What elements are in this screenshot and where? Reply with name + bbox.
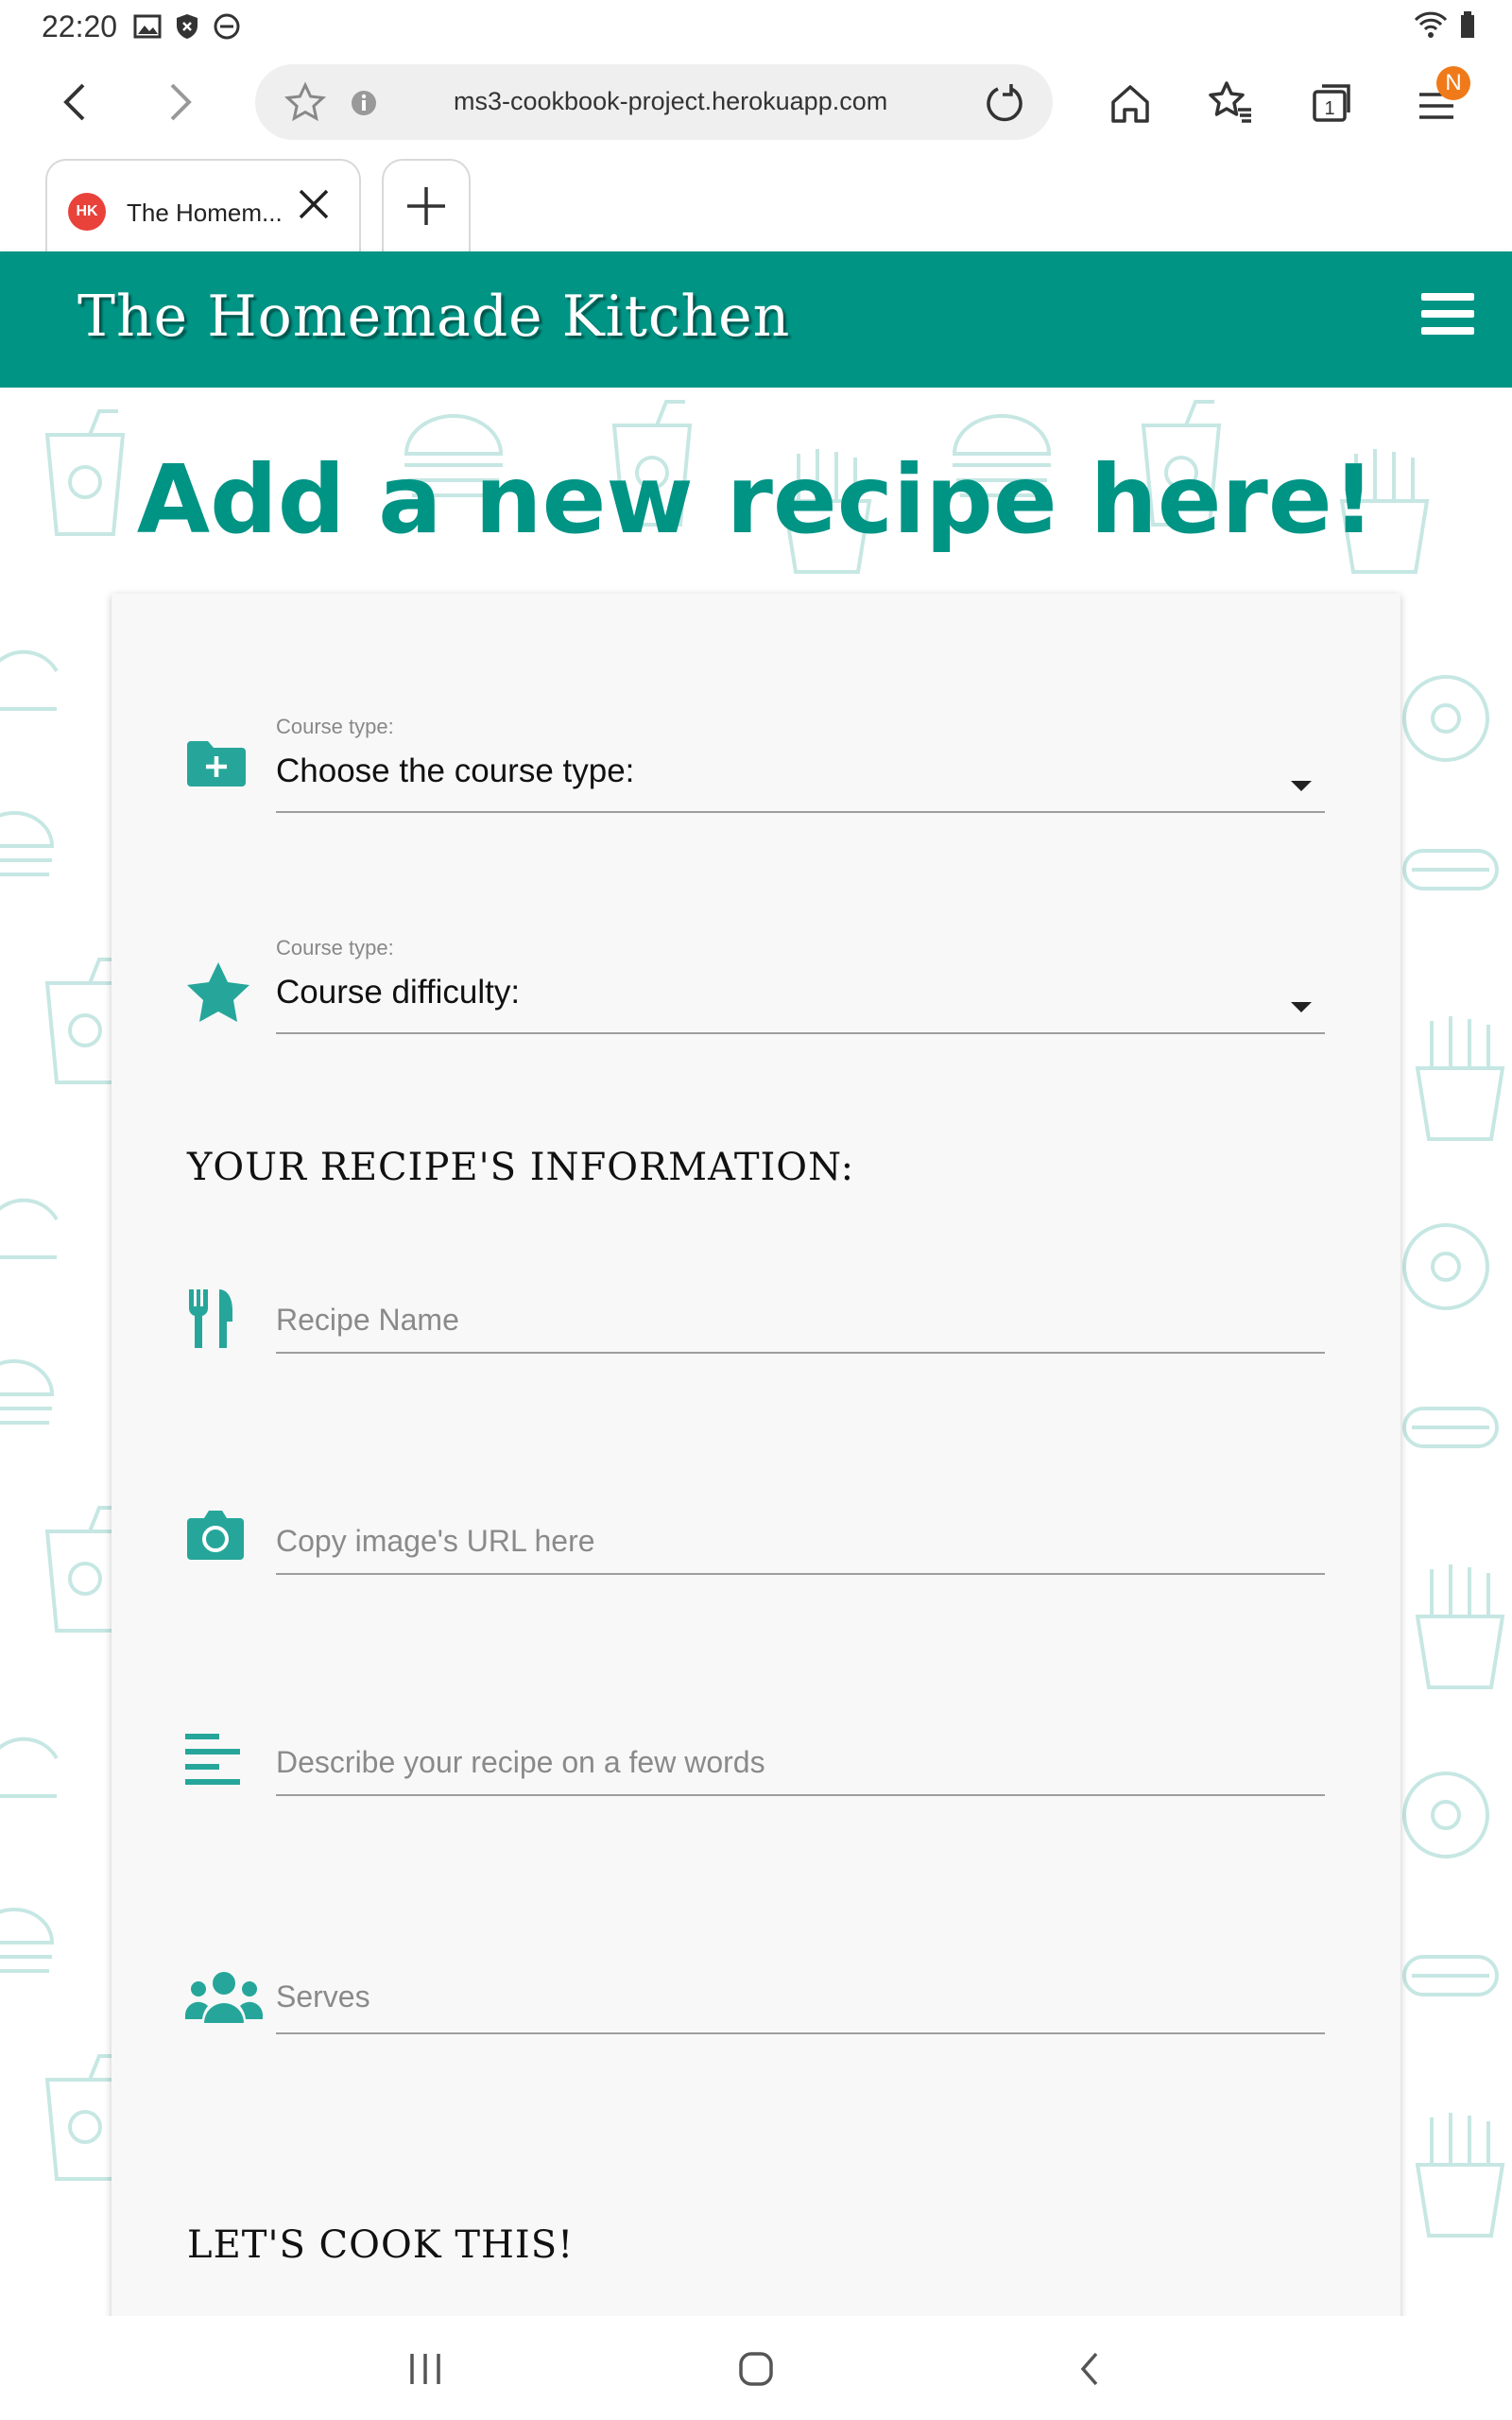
shield-icon	[177, 14, 198, 39]
utensils-icon	[188, 1289, 232, 1348]
plus-icon	[407, 187, 445, 225]
fries-icon	[1415, 1016, 1505, 1141]
taco-icon	[0, 649, 59, 711]
burger-icon	[0, 811, 55, 876]
align-left-icon	[185, 1734, 240, 1785]
bookmark-list-icon	[1209, 81, 1251, 123]
do-not-disturb-icon	[214, 13, 240, 40]
menu-badge: N	[1436, 66, 1470, 100]
serves-underline	[276, 2032, 1325, 2034]
course-difficulty-underline	[276, 1032, 1325, 1034]
section-recipe-info: YOUR RECIPE'S INFORMATION:	[187, 1146, 855, 1189]
section-lets-cook: LET'S COOK THIS!	[187, 2223, 575, 2267]
tab-strip: HK The Homem...	[0, 149, 1512, 251]
browser-tab[interactable]: HK The Homem...	[45, 159, 361, 251]
info-icon[interactable]	[350, 89, 378, 117]
brand-logo[interactable]: The Homemade Kitchen	[77, 284, 790, 350]
dropdown-caret-icon[interactable]	[1291, 781, 1312, 791]
course-difficulty-value[interactable]: Course difficulty:	[276, 974, 1325, 1011]
dropdown-caret-icon[interactable]	[1291, 1002, 1312, 1012]
battery-icon	[1461, 11, 1474, 38]
description-placeholder[interactable]: Describe your recipe on a few words	[276, 1745, 765, 1780]
page-body: Add a new recipe here! Course type: Choo…	[0, 388, 1512, 2316]
burger-icon	[0, 1359, 55, 1425]
course-difficulty-select[interactable]: Course type: Course difficulty:	[276, 936, 1325, 1040]
hotdog-icon	[1402, 1955, 1499, 1996]
taco-icon	[0, 1737, 59, 1798]
course-type-value[interactable]: Choose the course type:	[276, 752, 1325, 790]
description-input[interactable]: Describe your recipe on a few words	[276, 1736, 1325, 1802]
url-text[interactable]: ms3-cookbook-project.herokuapp.com	[454, 87, 887, 116]
site-header: The Homemade Kitchen	[0, 251, 1512, 388]
hotdog-icon	[1402, 849, 1499, 890]
burger-icon	[0, 1908, 55, 1973]
camera-icon	[187, 1511, 244, 1560]
reload-icon[interactable]	[983, 81, 1026, 125]
star-icon	[187, 962, 249, 1022]
donut-icon	[1402, 1772, 1489, 1858]
browser-toolbar: ms3-cookbook-project.herokuapp.com 1 N	[0, 55, 1512, 149]
back-button[interactable]	[47, 74, 104, 130]
recent-apps-icon[interactable]	[406, 2350, 444, 2388]
page-title: Add a new recipe here!	[136, 444, 1376, 555]
forward-button[interactable]	[151, 74, 208, 130]
image-url-input[interactable]: Copy image's URL here	[276, 1514, 1325, 1581]
serves-placeholder[interactable]: Serves	[276, 1979, 370, 2014]
chevron-left-icon	[63, 83, 85, 121]
course-type-label: Course type:	[276, 715, 394, 738]
taco-icon	[0, 1198, 59, 1259]
course-type-select[interactable]: Course type: Choose the course type:	[276, 715, 1325, 819]
description-underline	[276, 1794, 1325, 1796]
site-menu-button[interactable]	[1421, 293, 1474, 346]
system-nav-bar	[0, 2316, 1512, 2420]
donut-icon	[1402, 675, 1489, 762]
image-url-underline	[276, 1573, 1325, 1575]
image-url-placeholder[interactable]: Copy image's URL here	[276, 1524, 595, 1559]
wifi-icon	[1414, 11, 1448, 38]
status-bar: 22:20	[0, 0, 1512, 55]
site-favicon: HK	[68, 193, 106, 231]
status-time: 22:20	[42, 9, 118, 43]
users-icon	[185, 1972, 263, 2023]
fries-icon	[1415, 2113, 1505, 2238]
course-difficulty-label: Course type:	[276, 936, 394, 959]
home-button[interactable]	[1100, 74, 1160, 134]
tabs-icon: 1	[1313, 84, 1350, 122]
gallery-icon	[133, 14, 162, 39]
course-type-underline	[276, 811, 1325, 813]
address-bar[interactable]: ms3-cookbook-project.herokuapp.com	[255, 64, 1053, 140]
system-back-icon[interactable]	[1072, 2350, 1109, 2388]
recipe-form: Course type: Choose the course type: Cou…	[112, 594, 1400, 2316]
menu-button[interactable]: N	[1406, 66, 1470, 134]
serves-input[interactable]: Serves	[276, 1966, 1325, 2042]
new-tab-button[interactable]	[382, 159, 471, 251]
recipe-name-input[interactable]: Recipe Name	[276, 1293, 1325, 1359]
bookmark-star-icon[interactable]	[284, 81, 327, 125]
recipe-name-placeholder[interactable]: Recipe Name	[276, 1303, 459, 1338]
tab-title: The Homem...	[127, 199, 283, 227]
home-icon	[1111, 85, 1149, 123]
recipe-name-underline	[276, 1352, 1325, 1354]
home-circle-icon[interactable]	[737, 2350, 775, 2388]
bookmarks-button[interactable]	[1200, 74, 1261, 134]
folder-plus-icon	[187, 741, 246, 786]
hotdog-icon	[1402, 1407, 1499, 1448]
tab-count: 1	[1324, 98, 1334, 119]
tabs-button[interactable]: 1	[1302, 74, 1363, 134]
close-icon[interactable]	[295, 185, 333, 223]
fries-icon	[1415, 1564, 1505, 1689]
chevron-right-icon	[170, 83, 192, 121]
donut-icon	[1402, 1223, 1489, 1310]
